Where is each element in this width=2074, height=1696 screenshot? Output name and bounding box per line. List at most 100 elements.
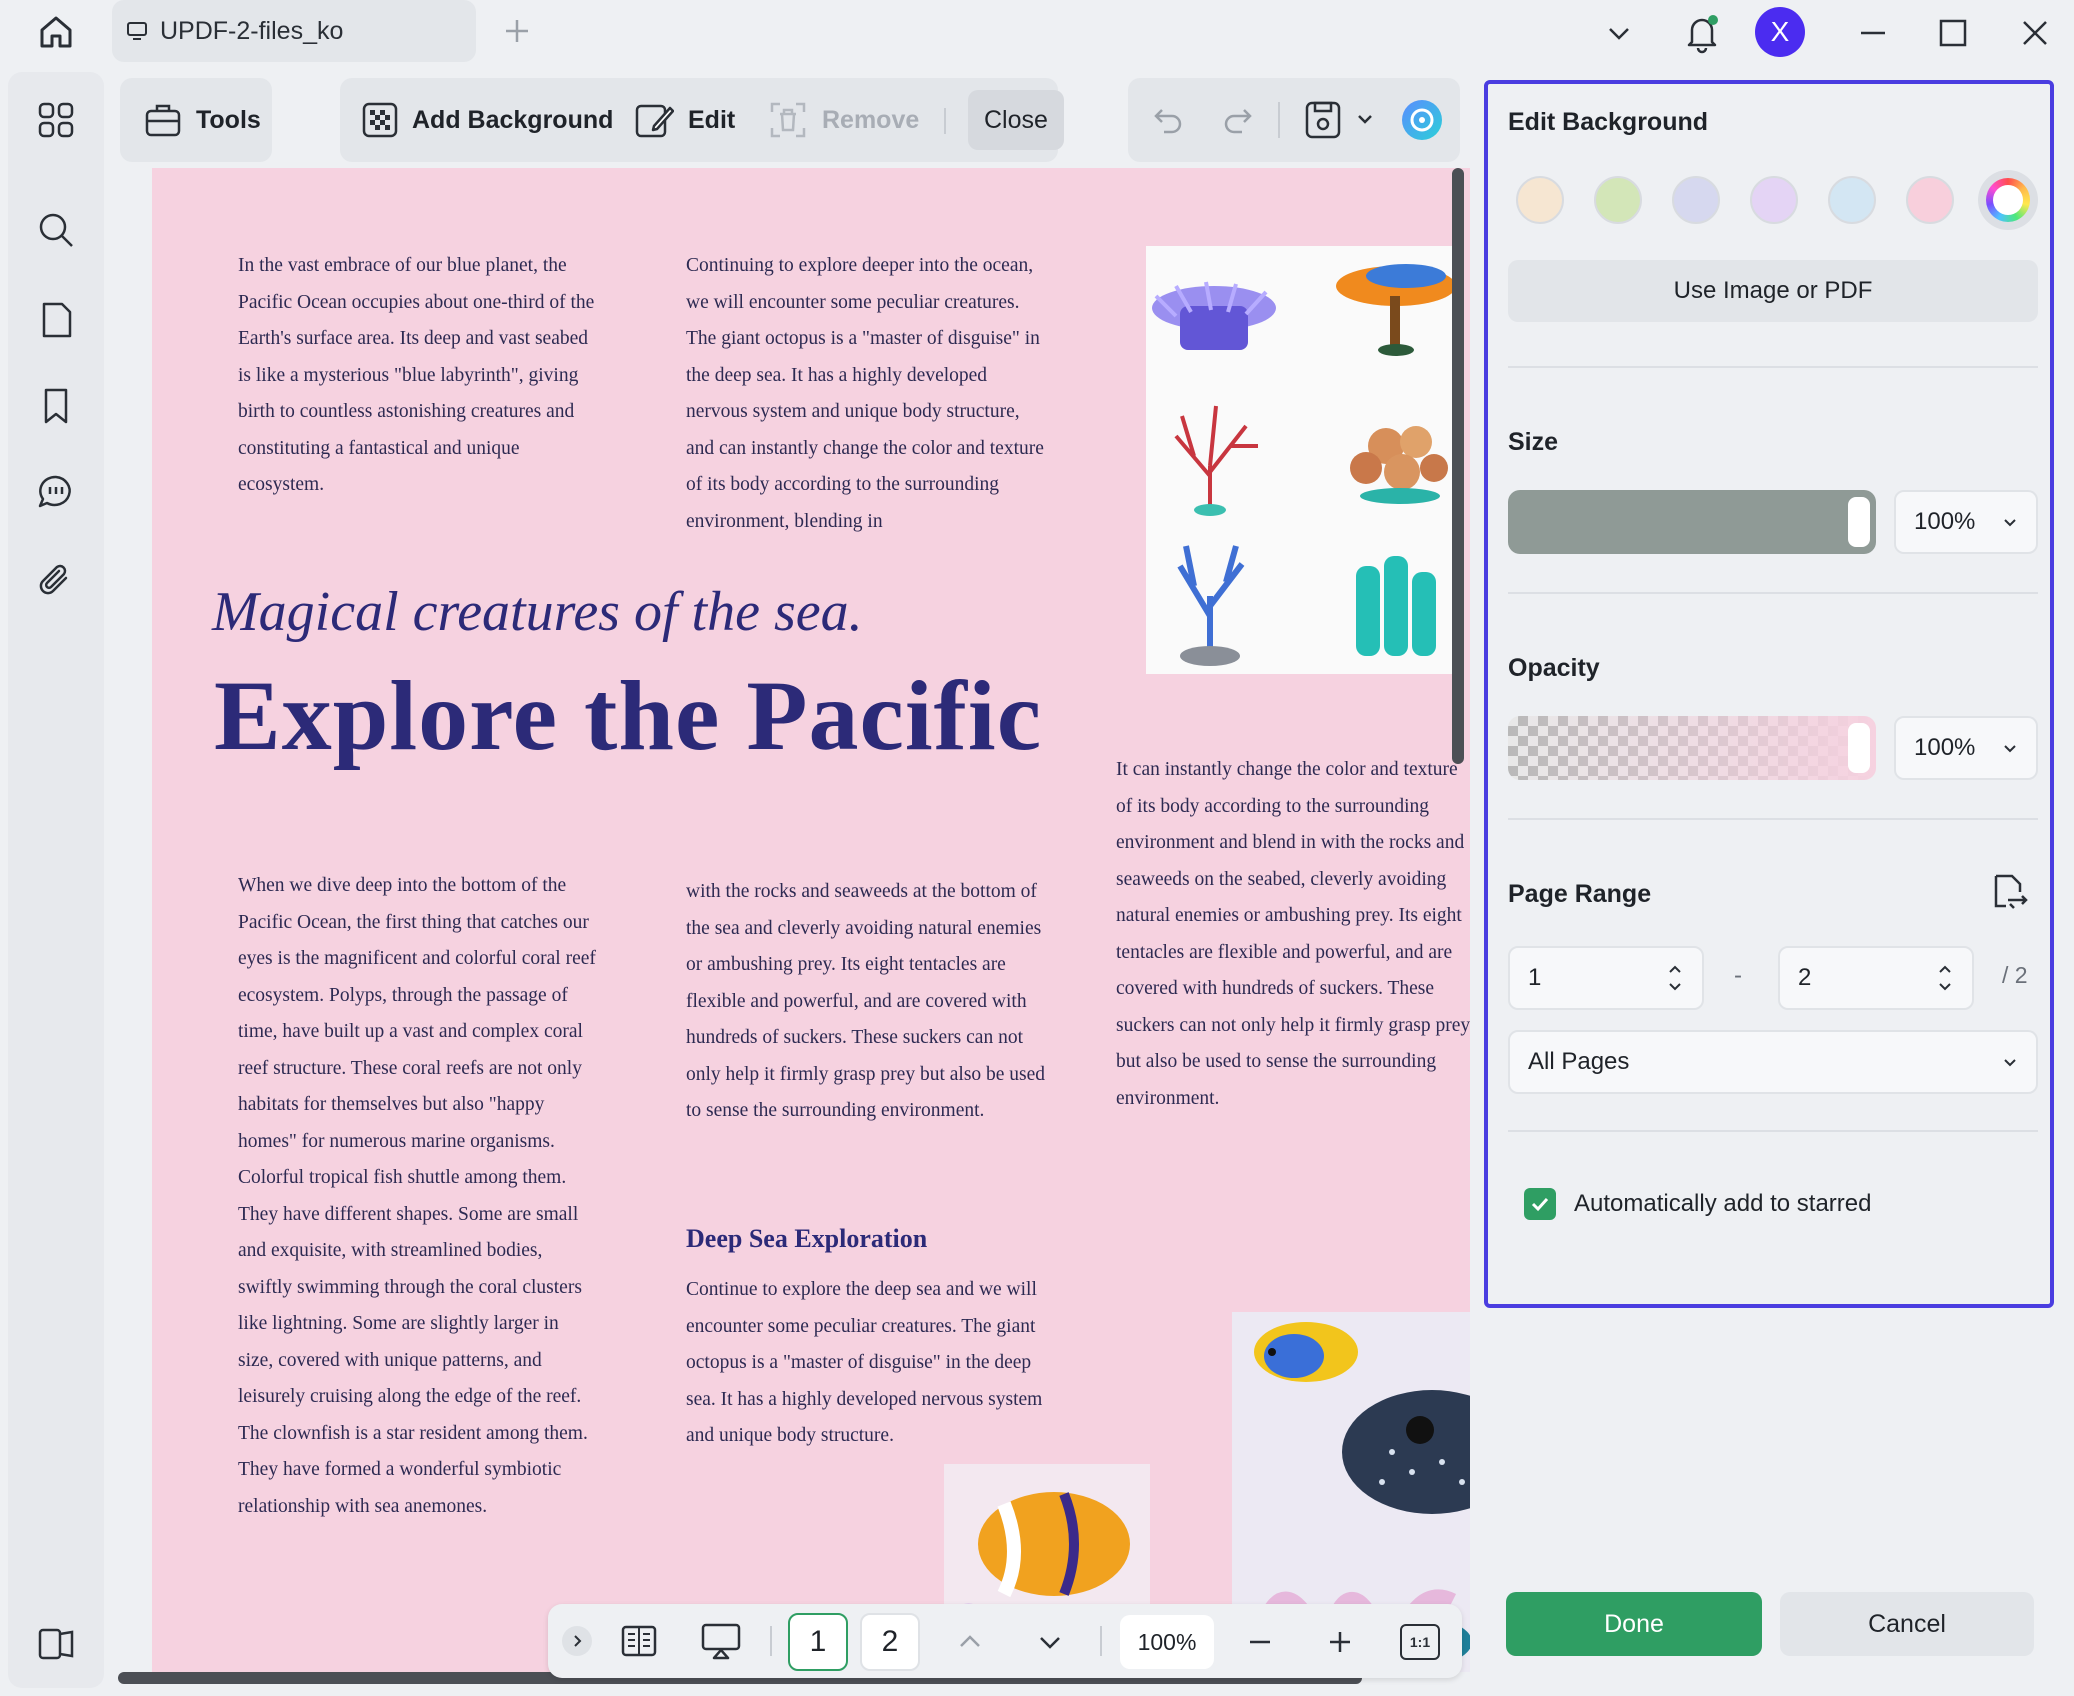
search-icon[interactable]: [36, 210, 76, 250]
chevron-down-icon[interactable]: [1604, 18, 1634, 48]
save-icon[interactable]: [1304, 100, 1342, 140]
toolbar-divider: [944, 108, 946, 134]
close-button[interactable]: Close: [968, 90, 1064, 150]
user-avatar[interactable]: X: [1755, 7, 1805, 57]
remove-label: Remove: [822, 105, 920, 134]
use-image-or-pdf-button[interactable]: Use Image or PDF: [1508, 260, 2038, 322]
zoom-in-icon[interactable]: [1326, 1628, 1354, 1656]
chevron-down-icon: [2002, 740, 2018, 756]
swatch-pink[interactable]: [1906, 176, 1954, 224]
close-label: Close: [984, 105, 1048, 134]
opacity-label: Opacity: [1508, 654, 1600, 682]
maximize-icon[interactable]: [1938, 18, 1968, 48]
presentation-icon[interactable]: [700, 1622, 742, 1662]
page-subset-value: All Pages: [1528, 1048, 1630, 1075]
size-label: Size: [1508, 428, 1559, 456]
panel-title: Edit Background: [1508, 108, 1709, 136]
page-range-label: Page Range: [1508, 880, 1652, 908]
custom-color-picker[interactable]: [1978, 170, 2038, 230]
opacity-value-dropdown[interactable]: 100%: [1894, 716, 2038, 780]
minimize-icon[interactable]: [1858, 18, 1888, 48]
attachment-icon[interactable]: [36, 560, 76, 600]
edit-button[interactable]: Edit: [634, 90, 735, 150]
section-title: Deep Sea Exploration: [686, 1224, 928, 1253]
plate-coral-illustration: [1350, 426, 1448, 504]
add-background-button[interactable]: Add Background: [362, 90, 613, 150]
page-range-swap-icon[interactable]: [1988, 872, 2028, 912]
coral-reef-paragraph: When we dive deep into the bottom of the…: [238, 875, 596, 1517]
home-icon[interactable]: [36, 12, 76, 52]
comment-icon[interactable]: [36, 472, 76, 512]
panel-divider: [1508, 818, 2038, 820]
sidebar-toggle-icon[interactable]: [36, 1624, 76, 1664]
page-navigation-bar: 1 2 100% 1:1: [548, 1604, 1462, 1678]
cancel-button[interactable]: Cancel: [1780, 1592, 2034, 1656]
vertical-scrollbar[interactable]: [1452, 168, 1464, 764]
bell-icon[interactable]: [1682, 12, 1722, 54]
previous-page-icon[interactable]: [956, 1628, 984, 1656]
document-subtitle: Magical creatures of the sea.: [212, 581, 863, 643]
trash-icon: [768, 100, 808, 140]
document-page: In the vast embrace of our blue planet, …: [152, 168, 1470, 1672]
save-options-chevron-icon[interactable]: [1356, 110, 1374, 128]
stepper-arrows-icon[interactable]: [1936, 960, 1954, 996]
opacity-slider[interactable]: [1508, 716, 1876, 780]
octopus-continued-paragraph: It can instantly change the color and te…: [1116, 759, 1470, 1109]
size-value-dropdown[interactable]: 100%: [1894, 490, 2038, 554]
bookmark-icon[interactable]: [36, 386, 76, 426]
swatch-peach[interactable]: [1516, 176, 1564, 224]
swatch-light-blue[interactable]: [1828, 176, 1876, 224]
page-1-button[interactable]: 1: [788, 1613, 848, 1671]
redo-icon[interactable]: [1222, 104, 1254, 136]
swatch-lilac[interactable]: [1750, 176, 1798, 224]
pages-icon[interactable]: [36, 300, 76, 340]
bar-divider: [1100, 1626, 1102, 1656]
zoom-out-icon[interactable]: [1246, 1628, 1274, 1656]
toolbox-icon: [144, 101, 182, 139]
zoom-level-field[interactable]: 100%: [1120, 1615, 1214, 1669]
pink-blue-coral-illustration: [1177, 545, 1245, 666]
swatch-green[interactable]: [1594, 176, 1642, 224]
deep-sea-paragraph: Continue to explore the deep sea and we …: [686, 1279, 1043, 1446]
add-background-label: Add Background: [412, 105, 614, 134]
tools-button[interactable]: Tools: [144, 90, 261, 150]
anemone-illustration: [1152, 281, 1276, 350]
tab-title: UPDF-2-files_ko: [160, 16, 344, 45]
new-tab-icon[interactable]: [502, 16, 532, 46]
next-page-icon[interactable]: [1036, 1628, 1064, 1656]
undo-icon[interactable]: [1152, 104, 1184, 136]
range-from-stepper[interactable]: 1: [1508, 946, 1704, 1010]
page-layout-icon[interactable]: [620, 1622, 658, 1660]
expand-bar-icon[interactable]: [562, 1626, 592, 1656]
background-tools-group: Add Background Edit Remove Close: [340, 78, 1064, 162]
panel-divider: [1508, 592, 2038, 594]
ai-assistant-icon[interactable]: [1400, 98, 1444, 142]
left-sidebar: [8, 72, 104, 1688]
page-2-button[interactable]: 2: [860, 1613, 920, 1671]
remove-button[interactable]: Remove: [768, 90, 919, 150]
document-tab[interactable]: UPDF-2-files_ko: [112, 0, 476, 62]
range-to-value: 2: [1798, 964, 1812, 991]
tools-group: Tools: [120, 78, 272, 162]
bar-divider: [770, 1626, 772, 1656]
teal-coral-illustration: [1356, 556, 1436, 656]
close-window-icon[interactable]: [2020, 18, 2050, 48]
opacity-value: 100%: [1914, 734, 1976, 761]
color-wheel-icon: [1986, 178, 2030, 222]
range-to-stepper[interactable]: 2: [1778, 946, 1974, 1010]
document-title: Explore the Pacific: [214, 660, 1043, 771]
size-slider-thumb[interactable]: [1848, 497, 1870, 547]
done-button[interactable]: Done: [1506, 1592, 1762, 1656]
coral-image: [1146, 246, 1458, 674]
intro-paragraph: In the vast embrace of our blue planet, …: [238, 255, 595, 495]
monitor-icon: [126, 20, 148, 42]
size-slider[interactable]: [1508, 490, 1876, 554]
stepper-arrows-icon[interactable]: [1666, 960, 1684, 996]
opacity-slider-thumb[interactable]: [1848, 723, 1870, 773]
title-bar: UPDF-2-files_ko X: [0, 0, 2074, 68]
auto-star-checkbox[interactable]: [1524, 1188, 1556, 1220]
swatch-lavender-blue[interactable]: [1672, 176, 1720, 224]
actual-size-button[interactable]: 1:1: [1400, 1624, 1440, 1660]
apps-grid-icon[interactable]: [36, 100, 76, 140]
page-subset-dropdown[interactable]: All Pages: [1508, 1030, 2038, 1094]
